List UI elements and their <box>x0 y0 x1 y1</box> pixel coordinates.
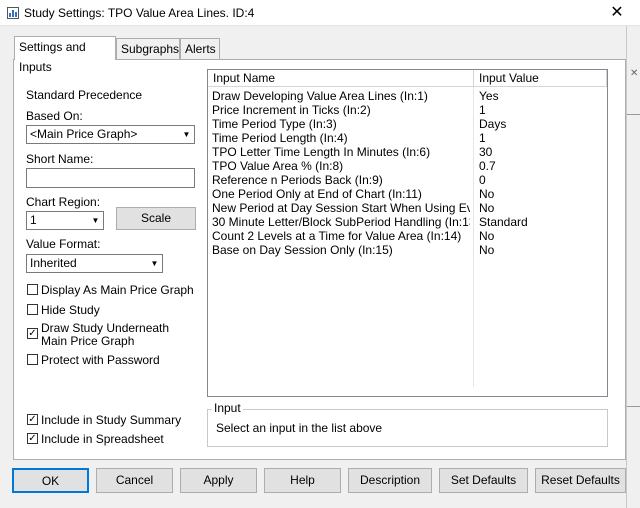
table-row[interactable]: TPO Value Area % (In:8) 0.7 <box>208 159 607 173</box>
column-header-input-value[interactable]: Input Value <box>474 70 606 87</box>
hide-study-checkbox[interactable] <box>27 304 38 315</box>
window-title: Study Settings: TPO Value Area Lines. ID… <box>24 6 255 20</box>
input-description-group: Input Select an input in the list above <box>207 401 608 447</box>
input-value: 1 <box>479 103 486 117</box>
title-bar: Study Settings: TPO Value Area Lines. ID… <box>0 0 640 26</box>
input-name: TPO Value Area % (In:8) <box>212 159 344 173</box>
inputs-list[interactable]: Input Name Input Value Draw Developing V… <box>207 69 608 397</box>
short-name-label: Short Name: <box>26 152 94 166</box>
column-header-input-name[interactable]: Input Name <box>208 70 473 87</box>
table-row[interactable]: One Period Only at End of Chart (In:11) … <box>208 187 607 201</box>
help-button[interactable]: Help <box>264 468 341 493</box>
based-on-select[interactable]: <Main Price Graph> ▼ <box>26 125 195 144</box>
input-value: 30 <box>479 145 493 159</box>
input-name: Time Period Type (In:3) <box>212 117 337 131</box>
protect-with-password-checkbox[interactable] <box>27 354 38 365</box>
table-row[interactable]: Time Period Type (In:3) Days <box>208 117 607 131</box>
checkmark-icon: ✓ <box>28 433 37 444</box>
input-value: No <box>479 229 495 243</box>
input-value: Standard <box>479 215 528 229</box>
draw-study-underneath-checkbox[interactable]: ✓ <box>27 328 38 339</box>
input-description-text: Select an input in the list above <box>216 421 383 435</box>
table-row[interactable]: Count 2 Levels at a Time for Value Area … <box>208 229 607 243</box>
background-window-edge: ✕ <box>626 26 640 508</box>
based-on-label: Based On: <box>26 109 83 123</box>
app-icon <box>7 7 19 19</box>
input-value: 0 <box>479 173 486 187</box>
input-group-title: Input <box>212 401 243 415</box>
input-value: No <box>479 243 495 257</box>
input-name: 30 Minute Letter/Block SubPeriod Handlin… <box>212 215 470 229</box>
checkmark-icon: ✓ <box>28 328 37 339</box>
scale-button[interactable]: Scale <box>116 207 196 230</box>
value-format-value: Inherited <box>30 256 77 270</box>
chevron-down-icon: ▼ <box>182 130 191 139</box>
tab-alerts[interactable]: Alerts <box>180 38 220 60</box>
input-name: Time Period Length (In:4) <box>212 131 348 145</box>
chevron-down-icon: ▼ <box>91 216 100 225</box>
set-defaults-button[interactable]: Set Defaults <box>439 468 528 493</box>
apply-button[interactable]: Apply <box>180 468 257 493</box>
chevron-down-icon: ▼ <box>150 259 159 268</box>
display-as-main-price-graph-checkbox[interactable] <box>27 284 38 295</box>
table-row[interactable]: Price Increment in Ticks (In:2) 1 <box>208 103 607 117</box>
protect-with-password-label: Protect with Password <box>41 353 160 367</box>
input-name: One Period Only at End of Chart (In:11) <box>212 187 422 201</box>
standard-precedence-label: Standard Precedence <box>26 88 143 102</box>
close-button[interactable]: ✕ <box>594 0 640 26</box>
value-format-select[interactable]: Inherited ▼ <box>26 254 163 273</box>
input-value: Days <box>479 117 507 131</box>
input-name: Price Increment in Ticks (In:2) <box>212 103 371 117</box>
tab-subgraphs[interactable]: Subgraphs <box>116 38 180 60</box>
include-in-spreadsheet-label: Include in Spreadsheet <box>41 432 164 446</box>
include-in-spreadsheet-checkbox[interactable]: ✓ <box>27 433 38 444</box>
tab-settings-and-inputs[interactable]: Settings and Inputs <box>14 36 116 74</box>
chart-region-label: Chart Region: <box>26 195 101 209</box>
reset-defaults-button[interactable]: Reset Defaults <box>535 468 626 493</box>
table-row[interactable]: 30 Minute Letter/Block SubPeriod Handlin… <box>208 215 607 229</box>
table-row[interactable]: Time Period Length (In:4) 1 <box>208 131 607 145</box>
display-as-main-price-graph-label: Display As Main Price Graph <box>41 283 194 297</box>
checkmark-icon: ✓ <box>28 414 37 425</box>
input-name: Base on Day Session Only (In:15) <box>212 243 393 257</box>
table-row[interactable]: TPO Letter Time Length In Minutes (In:6)… <box>208 145 607 159</box>
description-button[interactable]: Description <box>348 468 432 493</box>
tab-label: Subgraphs <box>121 42 180 56</box>
chart-region-select[interactable]: 1 ▼ <box>26 211 104 230</box>
input-name: TPO Letter Time Length In Minutes (In:6) <box>212 145 431 159</box>
include-in-study-summary-label: Include in Study Summary <box>41 413 182 427</box>
input-value: 0.7 <box>479 159 496 173</box>
table-row[interactable]: Reference n Periods Back (In:9) 0 <box>208 173 607 187</box>
input-name: Count 2 Levels at a Time for Value Area … <box>212 229 462 243</box>
table-row[interactable]: Base on Day Session Only (In:15) No <box>208 243 607 257</box>
short-name-input[interactable] <box>26 168 195 188</box>
close-icon: ✕ <box>610 4 624 21</box>
inputs-list-header: Input Name Input Value <box>208 70 607 87</box>
cancel-button[interactable]: Cancel <box>96 468 173 493</box>
table-row[interactable]: Draw Developing Value Area Lines (In:1) … <box>208 89 607 103</box>
value-format-label: Value Format: <box>26 237 101 251</box>
ok-button[interactable]: OK <box>12 468 89 493</box>
based-on-value: <Main Price Graph> <box>30 127 138 141</box>
draw-study-underneath-label-line2: Main Price Graph <box>41 334 135 348</box>
input-value: No <box>479 187 495 201</box>
input-value: No <box>479 201 495 215</box>
table-row[interactable]: New Period at Day Session Start When Usi… <box>208 201 607 215</box>
input-value: 1 <box>479 131 486 145</box>
input-name: Draw Developing Value Area Lines (In:1) <box>212 89 428 103</box>
input-name: New Period at Day Session Start When Usi… <box>212 201 470 215</box>
draw-study-underneath-label: Draw Study Underneath <box>41 321 170 335</box>
chart-region-value: 1 <box>30 213 37 227</box>
close-icon: ✕ <box>630 68 639 79</box>
include-in-study-summary-checkbox[interactable]: ✓ <box>27 414 38 425</box>
hide-study-label: Hide Study <box>41 303 100 317</box>
input-value: Yes <box>479 89 499 103</box>
tab-label: Alerts <box>185 42 216 56</box>
input-name: Reference n Periods Back (In:9) <box>212 173 383 187</box>
